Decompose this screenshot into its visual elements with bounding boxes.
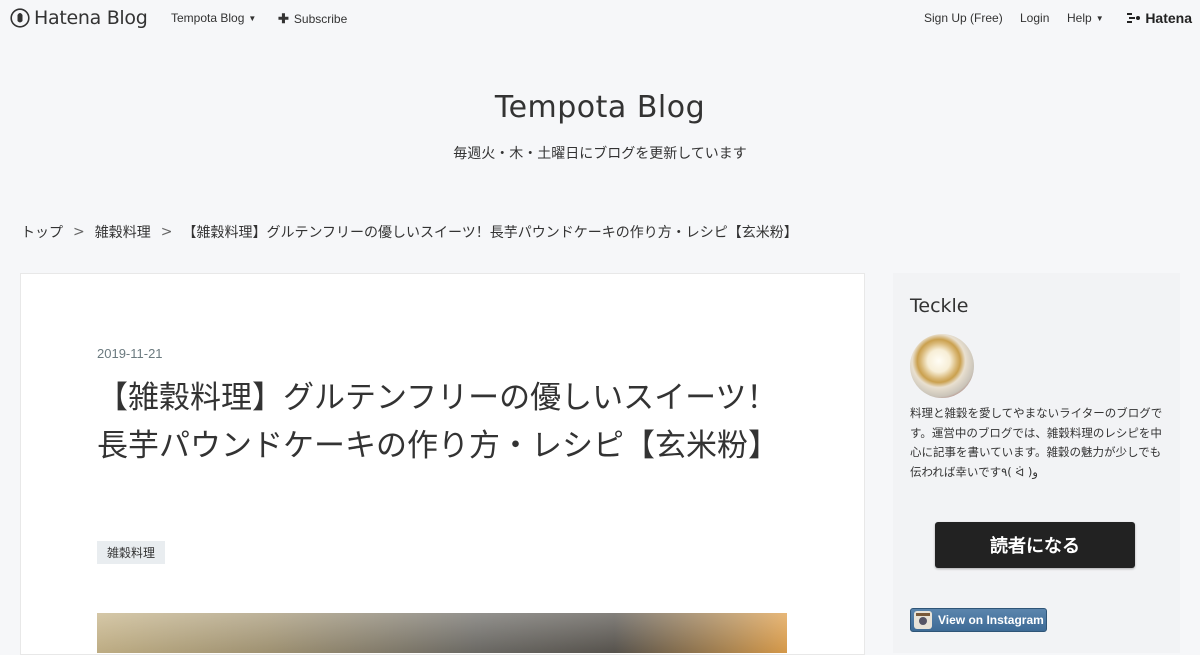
breadcrumb-item-category[interactable]: 雑穀料理 xyxy=(95,222,151,242)
global-header: Hatena Blog Tempota Blog ▼ ✚ Subscribe S… xyxy=(0,0,1200,36)
hatena-link[interactable]: Hatena xyxy=(1126,10,1192,26)
entry-title[interactable]: 【雑穀料理】グルテンフリーの優しいスイーツ！長芋パウンドケーキの作り方・レシピ【… xyxy=(97,374,787,470)
instagram-label: View on Instagram xyxy=(938,613,1044,627)
breadcrumb-separator: > xyxy=(73,224,85,240)
subscribe-label: Subscribe xyxy=(293,12,348,26)
sidebar-profile: Teckle 料理と雑穀を愛してやまないライターのブログです。運営中のブログでは… xyxy=(893,273,1180,653)
hatena-blog-logo-icon xyxy=(10,8,30,28)
breadcrumb-item-top[interactable]: トップ xyxy=(21,222,63,242)
signup-label: Sign Up (Free) xyxy=(924,11,1003,25)
hatena-label: Hatena xyxy=(1145,10,1192,26)
caret-down-icon: ▼ xyxy=(248,13,257,23)
subscribe-button[interactable]: ✚ Subscribe xyxy=(278,11,347,27)
blog-description: 毎週火・木・土曜日にブログを更新しています xyxy=(453,146,747,162)
profile-name[interactable]: Teckle xyxy=(910,295,968,317)
login-label: Login xyxy=(1020,11,1050,25)
help-dropdown[interactable]: Help ▼ xyxy=(1067,11,1104,25)
entry-date[interactable]: 2019-11-21 xyxy=(97,346,163,361)
hatena-blog-logo[interactable]: Hatena Blog xyxy=(10,7,148,29)
brand-name: Hatena Blog xyxy=(34,7,148,29)
caret-down-icon: ▼ xyxy=(1095,13,1104,23)
instagram-icon xyxy=(914,611,932,629)
instagram-button[interactable]: View on Instagram xyxy=(910,608,1047,632)
breadcrumb-separator: > xyxy=(160,224,173,240)
blog-title[interactable]: Tempota Blog xyxy=(0,90,1200,125)
blog-menu-dropdown[interactable]: Tempota Blog ▼ xyxy=(171,11,256,25)
hatena-icon xyxy=(1127,13,1141,23)
category-tag[interactable]: 雑穀料理 xyxy=(97,541,166,564)
profile-description: 料理と雑穀を愛してやまないライターのブログです。運営中のブログでは、雑穀料理のレ… xyxy=(910,406,1163,479)
article-card: 2019-11-21 【雑穀料理】グルテンフリーの優しいスイーツ！長芋パウンドケ… xyxy=(20,273,865,655)
breadcrumb-item-current: 【雑穀料理】グルテンフリーの優しいスイーツ！長芋パウンドケーキの作り方・レシピ【… xyxy=(182,225,798,241)
plus-icon: ✚ xyxy=(278,11,289,26)
login-link[interactable]: Login xyxy=(1020,11,1049,25)
breadcrumb: トップ > 雑穀料理 > 【雑穀料理】グルテンフリーの優しいスイーツ！長芋パウン… xyxy=(21,222,798,242)
entry-hero-image xyxy=(97,613,787,653)
help-label: Help xyxy=(1067,11,1092,25)
follow-button[interactable]: 読者になる xyxy=(935,522,1135,568)
blog-menu-label: Tempota Blog xyxy=(171,11,245,25)
avatar[interactable] xyxy=(910,334,974,398)
signup-link[interactable]: Sign Up (Free) xyxy=(924,11,1003,25)
